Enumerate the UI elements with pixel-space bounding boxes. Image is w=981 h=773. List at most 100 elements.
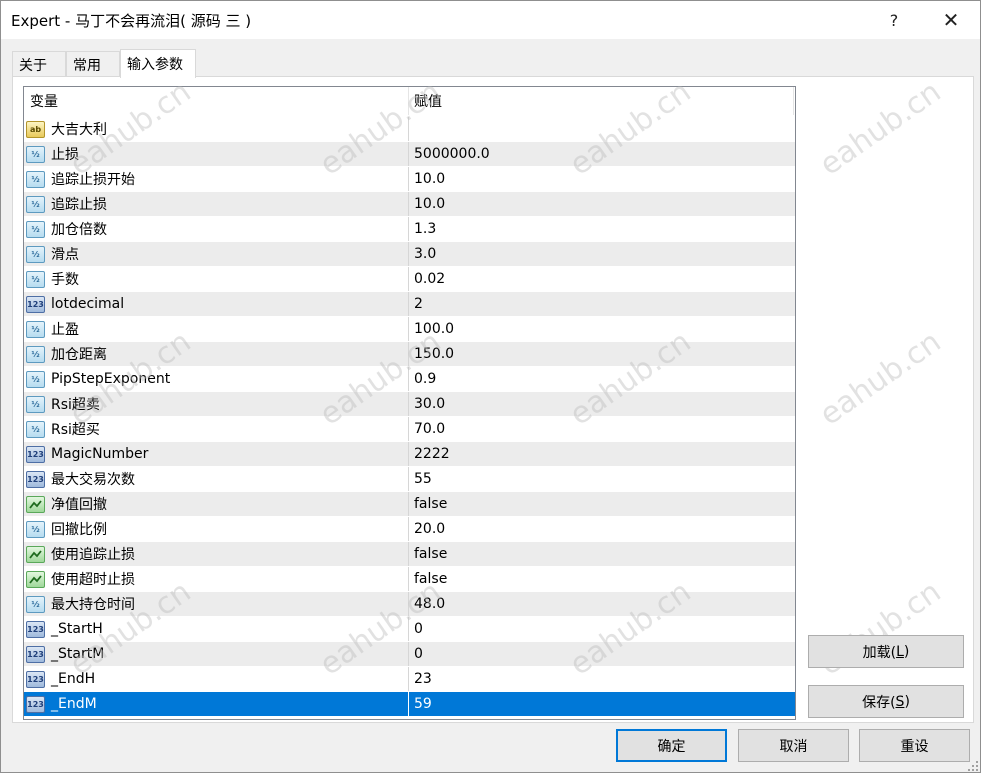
title-bar[interactable]: Expert - 马丁不会再流泪( 源码 三 ) ? ✕: [1, 1, 980, 39]
param-row[interactable]: 使用追踪止损 false: [24, 542, 795, 567]
param-name-cell[interactable]: 123 lotdecimal: [24, 292, 409, 316]
param-value[interactable]: 3.0: [409, 242, 795, 266]
param-value[interactable]: 0.9: [409, 367, 795, 391]
param-row[interactable]: 123 MagicNumber 2222: [24, 442, 795, 467]
param-name-cell[interactable]: 123 最大交易次数: [24, 467, 409, 491]
param-name-cell[interactable]: 使用追踪止损: [24, 542, 409, 566]
param-row[interactable]: 123 lotdecimal 2: [24, 292, 795, 317]
close-button[interactable]: ✕: [926, 1, 976, 39]
bool-icon: [26, 545, 45, 563]
param-name-cell[interactable]: 123 _StartH: [24, 617, 409, 641]
param-row[interactable]: 使用超时止损 false: [24, 567, 795, 592]
tab-inputs[interactable]: 输入参数: [120, 49, 196, 78]
param-value[interactable]: false: [409, 492, 795, 516]
param-name-cell[interactable]: ab 大吉大利: [24, 117, 409, 141]
param-name: 追踪止损开始: [51, 172, 135, 188]
param-value[interactable]: 55: [409, 467, 795, 491]
tab-about[interactable]: 关于: [12, 51, 66, 77]
param-row[interactable]: ½ 最大持仓时间 48.0: [24, 592, 795, 617]
param-value[interactable]: 23: [409, 667, 795, 691]
param-name-cell[interactable]: ½ 追踪止损开始: [24, 167, 409, 191]
param-value[interactable]: [409, 117, 795, 141]
reset-button[interactable]: 重设: [859, 729, 970, 762]
param-row[interactable]: ½ 滑点 3.0: [24, 242, 795, 267]
param-row[interactable]: ½ 加仓距离 150.0: [24, 342, 795, 367]
param-value[interactable]: 1.3: [409, 217, 795, 241]
param-row[interactable]: 123 _StartM 0: [24, 642, 795, 667]
param-value[interactable]: 0.02: [409, 267, 795, 291]
save-button[interactable]: 保存(S): [808, 685, 964, 718]
param-name-cell[interactable]: ½ PipStepExponent: [24, 367, 409, 391]
param-row[interactable]: ½ Rsi超卖 30.0: [24, 392, 795, 417]
param-row[interactable]: ½ 追踪止损开始 10.0: [24, 167, 795, 192]
param-value[interactable]: 10.0: [409, 167, 795, 191]
param-name: 大吉大利: [51, 122, 107, 138]
column-header-variable[interactable]: 变量: [24, 87, 409, 115]
param-row[interactable]: ½ PipStepExponent 0.9: [24, 367, 795, 392]
param-name: Rsi超买: [51, 422, 100, 438]
param-value[interactable]: false: [409, 542, 795, 566]
param-value[interactable]: 30.0: [409, 392, 795, 416]
param-name-cell[interactable]: 123 MagicNumber: [24, 442, 409, 466]
param-name-cell[interactable]: ½ Rsi超买: [24, 417, 409, 441]
column-header-value[interactable]: 赋值: [409, 87, 795, 115]
param-value[interactable]: 2: [409, 292, 795, 316]
param-name: lotdecimal: [51, 296, 125, 312]
load-button[interactable]: 加载(L): [808, 635, 964, 668]
resize-grip-icon[interactable]: [965, 758, 979, 772]
double-icon: ½: [26, 170, 45, 188]
param-row[interactable]: 123 _StartH 0: [24, 617, 795, 642]
param-value[interactable]: 20.0: [409, 517, 795, 541]
param-name-cell[interactable]: ½ 最大持仓时间: [24, 592, 409, 616]
param-name-cell[interactable]: ½ 加仓倍数: [24, 217, 409, 241]
param-value[interactable]: 48.0: [409, 592, 795, 616]
param-name-cell[interactable]: ½ 止损: [24, 142, 409, 166]
param-row[interactable]: ab 大吉大利: [24, 117, 795, 142]
param-row[interactable]: 净值回撤 false: [24, 492, 795, 517]
ok-button[interactable]: 确定: [616, 729, 727, 762]
param-row[interactable]: 123 _EndM 59: [24, 692, 795, 717]
param-value[interactable]: 59: [409, 692, 795, 716]
load-button-label: 加载(: [862, 644, 897, 661]
help-button[interactable]: ?: [869, 1, 919, 39]
cancel-button[interactable]: 取消: [738, 729, 849, 762]
param-row[interactable]: ½ 手数 0.02: [24, 267, 795, 292]
double-icon: ½: [26, 245, 45, 263]
int-icon: 123: [26, 470, 45, 488]
tab-common[interactable]: 常用: [66, 51, 120, 77]
param-name: 加仓距离: [51, 347, 107, 363]
param-name-cell[interactable]: ½ 滑点: [24, 242, 409, 266]
param-name-cell[interactable]: 使用超时止损: [24, 567, 409, 591]
param-value[interactable]: 150.0: [409, 342, 795, 366]
param-value[interactable]: false: [409, 567, 795, 591]
param-row[interactable]: ½ 加仓倍数 1.3: [24, 217, 795, 242]
param-value[interactable]: 100.0: [409, 317, 795, 341]
param-row[interactable]: ½ 回撤比例 20.0: [24, 517, 795, 542]
param-name-cell[interactable]: ½ Rsi超卖: [24, 392, 409, 416]
param-name-cell[interactable]: ½ 追踪止损: [24, 192, 409, 216]
param-name-cell[interactable]: 123 _EndH: [24, 667, 409, 691]
param-row[interactable]: ½ 止盈 100.0: [24, 317, 795, 342]
double-icon: ½: [26, 595, 45, 613]
param-value[interactable]: 0: [409, 642, 795, 666]
param-name-cell[interactable]: ½ 回撤比例: [24, 517, 409, 541]
int-icon: 123: [26, 295, 45, 313]
param-row[interactable]: ½ 追踪止损 10.0: [24, 192, 795, 217]
param-value[interactable]: 70.0: [409, 417, 795, 441]
param-name-cell[interactable]: 净值回撤: [24, 492, 409, 516]
param-name-cell[interactable]: ½ 手数: [24, 267, 409, 291]
param-row[interactable]: ½ Rsi超买 70.0: [24, 417, 795, 442]
param-name: 最大交易次数: [51, 472, 135, 488]
param-name-cell[interactable]: 123 _EndM: [24, 692, 409, 716]
param-row[interactable]: 123 _EndH 23: [24, 667, 795, 692]
param-name-cell[interactable]: ½ 止盈: [24, 317, 409, 341]
parameters-grid[interactable]: 变量 赋值 ab 大吉大利 ½ 止损 5000000.0 ½ 追踪止损开始 10.0 ½ 追踪止损…: [23, 86, 796, 720]
param-value[interactable]: 0: [409, 617, 795, 641]
param-value[interactable]: 10.0: [409, 192, 795, 216]
param-row[interactable]: 123 最大交易次数 55: [24, 467, 795, 492]
param-value[interactable]: 5000000.0: [409, 142, 795, 166]
param-name-cell[interactable]: 123 _StartM: [24, 642, 409, 666]
param-value[interactable]: 2222: [409, 442, 795, 466]
param-row[interactable]: ½ 止损 5000000.0: [24, 142, 795, 167]
param-name-cell[interactable]: ½ 加仓距离: [24, 342, 409, 366]
